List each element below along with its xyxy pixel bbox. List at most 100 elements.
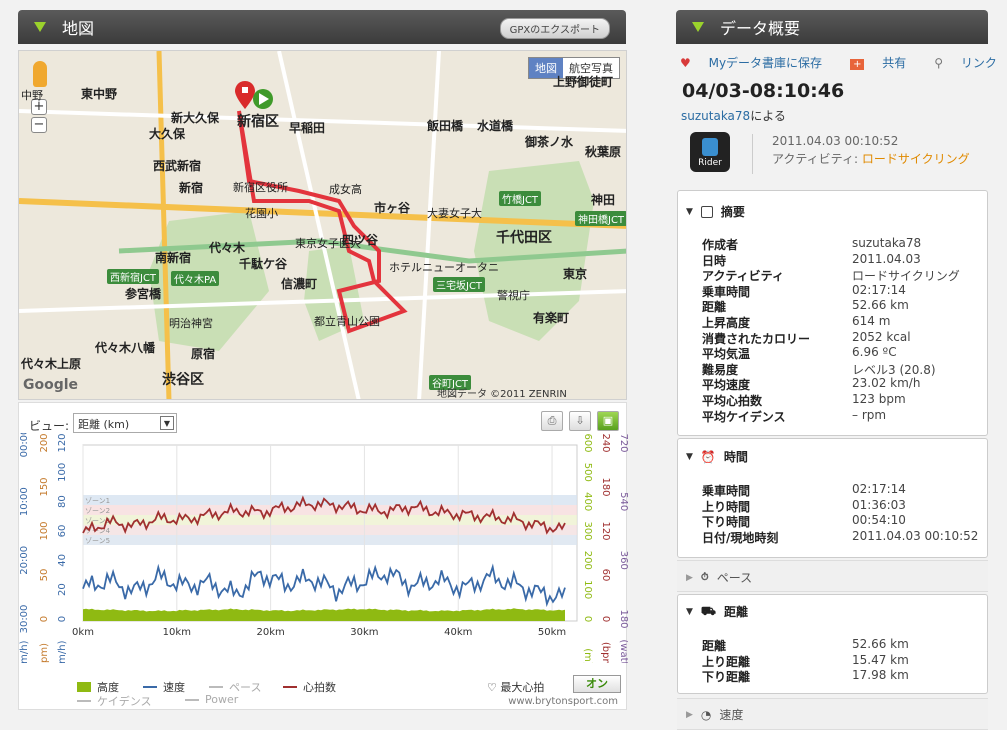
legend-item[interactable]: Power bbox=[185, 693, 238, 706]
kv-value: ロードサイクリング bbox=[852, 269, 960, 284]
station-badge: 竹橋JCT bbox=[499, 191, 542, 206]
legend-swatch bbox=[143, 686, 157, 688]
speed-section-header[interactable]: ▶ ◔ 速度 bbox=[686, 706, 743, 723]
kv-key: 乗車時間 bbox=[702, 484, 751, 498]
kv-value: 123 bpm bbox=[852, 392, 906, 406]
max-hr-label: 最大心拍 bbox=[500, 681, 545, 694]
y-tick-label: 10:00 bbox=[19, 487, 30, 516]
zone-band bbox=[83, 535, 577, 545]
chart-plot: 0km 10km 20km 30km 40km 50km30:0020:0010:0000… bbox=[19, 433, 628, 663]
legend-item[interactable]: 心拍数 bbox=[283, 679, 336, 695]
y-tick-label: 30:00 bbox=[19, 605, 30, 634]
zoom-out-button[interactable]: − bbox=[31, 117, 47, 133]
view-select[interactable]: 距離 (km) ▼ bbox=[73, 413, 177, 433]
y-tick-label: 80 bbox=[57, 495, 68, 508]
kv-value: 52.66 km bbox=[852, 637, 909, 651]
download-icon[interactable]: ⇩ bbox=[569, 411, 591, 431]
pace-icon: ⏱ bbox=[700, 572, 709, 583]
chevron-down-icon[interactable]: ▼ bbox=[160, 416, 174, 430]
max-hr-toggle[interactable]: ♡ 最大心拍 bbox=[487, 679, 544, 695]
map-label: 原宿 bbox=[191, 347, 216, 361]
map-label: 有楽町 bbox=[533, 311, 570, 325]
kv-key: 作成者 bbox=[702, 238, 739, 252]
distance-section-title: 距離 bbox=[724, 605, 749, 619]
caret-down-icon: ▼ bbox=[686, 606, 693, 617]
map-label: 警視庁 bbox=[497, 289, 530, 302]
author-link[interactable]: suzutaka78 bbox=[681, 109, 750, 123]
print-icon[interactable]: ⎙ bbox=[541, 411, 563, 431]
route-map[interactable]: + − 地図 航空写真 新宿区 千代田区 渋谷区 四ツ谷 市ヶ谷 東中野 大久保… bbox=[18, 50, 627, 400]
zoom-control[interactable]: + − bbox=[31, 99, 49, 135]
y-tick-label: 120 bbox=[600, 521, 611, 540]
kv-key: 距離 bbox=[702, 300, 727, 315]
legend-swatch bbox=[77, 700, 91, 702]
plus-icon: + bbox=[850, 59, 865, 70]
bike-distance-icon: ⛟ bbox=[700, 603, 717, 618]
chart-area: ビュー: 距離 (km) ▼ ⎙ ⇩ ▣ 0km 10km 20km 30km 40km… bbox=[18, 402, 628, 710]
pegman-icon[interactable] bbox=[33, 61, 47, 87]
y-tick-label: 100 bbox=[39, 521, 50, 540]
kv-key: アクティビティ bbox=[702, 269, 784, 284]
map-label: 渋谷区 bbox=[162, 372, 204, 388]
permalink-link[interactable]: ⚲ リンク bbox=[934, 54, 1007, 71]
x-tick-label: 30km bbox=[350, 627, 378, 638]
map-label: 大久保 bbox=[149, 127, 186, 141]
action-bar: ♥ Myデータ書庫に保存 + 共有 ⚲ リンク bbox=[680, 54, 1007, 71]
kv-key: 平均速度 bbox=[702, 378, 751, 393]
summary-section-title: 摘要 bbox=[720, 205, 745, 219]
map-label: 御茶ノ水 bbox=[525, 135, 574, 149]
station-badge: 代々木PA bbox=[171, 271, 220, 286]
map-panel-header[interactable]: 地図 GPXのエクスポート bbox=[18, 10, 626, 44]
kv-key: 上り時間 bbox=[702, 499, 751, 514]
rider-label: Rider bbox=[698, 158, 722, 168]
activity-date: 2011.04.03 00:10:52 bbox=[772, 134, 899, 148]
y-tick-label: 400 bbox=[582, 492, 593, 511]
time-section-title: 時間 bbox=[723, 450, 748, 464]
y-tick-label: 720 bbox=[618, 433, 628, 452]
alarm-clock-icon: ⏰ bbox=[700, 449, 716, 464]
map-label: 市ヶ谷 bbox=[374, 201, 411, 215]
caret-down-icon: ▼ bbox=[686, 206, 693, 217]
map-label: 水道橋 bbox=[477, 119, 514, 133]
legend-item[interactable]: ケイデンス bbox=[77, 693, 152, 709]
gpx-export-button[interactable]: GPXのエクスポート bbox=[499, 18, 610, 39]
summary-section-header[interactable]: ▼ 摘要 bbox=[686, 203, 745, 220]
share-link[interactable]: + 共有 bbox=[850, 54, 920, 71]
map-label: 千代田区 bbox=[496, 230, 552, 246]
y-axis-unit: (km/h) bbox=[19, 640, 30, 663]
collapse-triangle-icon[interactable] bbox=[692, 22, 704, 32]
pace-section-header[interactable]: ▶ ⏱ ペース bbox=[686, 569, 752, 586]
kv-key: 下り時間 bbox=[702, 515, 751, 530]
start-marker-icon[interactable] bbox=[233, 79, 273, 115]
map-label: 秋葉原 bbox=[585, 145, 622, 159]
zone-label: ゾーン2 bbox=[85, 507, 110, 515]
kv-key: 乗車時間 bbox=[702, 284, 751, 299]
y-tick-label: 150 bbox=[39, 477, 50, 496]
collapse-triangle-icon[interactable] bbox=[34, 22, 46, 32]
distance-section-header[interactable]: ▼ ⛟ 距離 bbox=[686, 603, 748, 620]
fullscreen-icon[interactable]: ▣ bbox=[597, 411, 619, 431]
time-section-header[interactable]: ▼ ⏰ 時間 bbox=[686, 448, 748, 465]
on-button[interactable]: オン bbox=[573, 675, 621, 693]
document-icon bbox=[700, 205, 713, 218]
google-logo: Google bbox=[23, 377, 79, 393]
legend-label: 速度 bbox=[163, 681, 185, 694]
brand-url: www.brytonsport.com bbox=[508, 696, 618, 707]
activity-type-label: アクティビティ: bbox=[772, 152, 862, 166]
vertical-divider bbox=[752, 134, 753, 174]
save-to-library-link[interactable]: ♥ Myデータ書庫に保存 bbox=[680, 54, 836, 71]
save-to-library-label: Myデータ書庫に保存 bbox=[708, 56, 823, 70]
y-tick-label: 120 bbox=[57, 433, 68, 452]
x-tick-label: 0km bbox=[72, 627, 94, 638]
y-tick-label: 180 bbox=[600, 477, 611, 496]
x-tick-label: 10km bbox=[163, 627, 191, 638]
map-label: 飯田橋 bbox=[427, 119, 464, 133]
caret-right-icon: ▶ bbox=[686, 709, 693, 720]
summary-panel-header[interactable]: データ概要 bbox=[676, 10, 988, 44]
y-tick-label: 300 bbox=[582, 521, 593, 540]
y-tick-label: 00:00 bbox=[19, 433, 30, 457]
map-label: 中野 bbox=[21, 89, 43, 102]
kv-value: 2052 kcal bbox=[852, 329, 911, 344]
activity-type-value[interactable]: ロードサイクリング bbox=[862, 152, 970, 166]
map-label: 代々木上原 bbox=[21, 357, 82, 371]
